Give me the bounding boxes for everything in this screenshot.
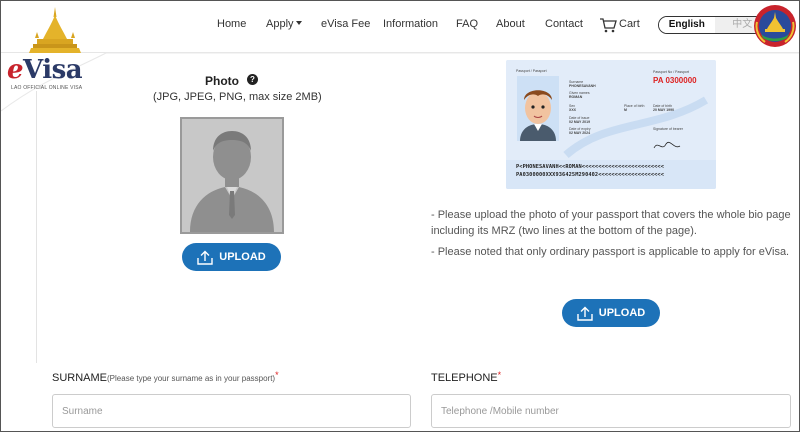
passport-header-left: Passport / Passport [516,69,547,73]
nav-faq[interactable]: FAQ [456,18,478,30]
chevron-down-icon [295,21,302,25]
passport-header-right: Passport No / Passport [653,70,689,74]
section-divider [36,91,37,363]
upload-photo-label: UPLOAD [219,251,266,263]
upload-photo-button[interactable]: UPLOAD [182,243,281,271]
passport-field-value: XXX [569,108,577,112]
avatar-placeholder-icon [182,119,282,232]
upload-icon [577,306,593,321]
telephone-input[interactable] [431,394,791,428]
lao-emblem-icon [754,5,796,47]
nav-about[interactable]: About [496,18,525,30]
nav-apply[interactable]: Apply [266,18,302,30]
photo-placeholder [180,117,284,234]
passport-number: PA 0300000 [653,76,697,85]
passport-field-value: PHONESAVANH [569,84,596,88]
passport-sample-image: Passport / Passport Passport No / Passpo… [506,60,716,189]
passport-mrz-line-2: PA0300000XXX936425M290402<<<<<<<<<<<<<<<… [516,172,665,178]
passport-field-value: 02 MAY 2024 [569,131,591,135]
photo-requirements: (JPG, JPEG, PNG, max size 2MB) [153,91,322,103]
photo-title: Photo [205,74,239,88]
passport-side-value: M [624,108,627,112]
instruction-ordinary-passport: - Please noted that only ordinary passpo… [431,246,790,258]
that-luang-stupa-icon [29,7,81,53]
passport-side-value: 20 MAY 1990 [653,108,675,112]
upload-passport-label: UPLOAD [598,307,646,319]
passport-field-value: 02 MAY 2019 [569,120,591,124]
site-logo[interactable]: eVisa LAO OFFICIAL ONLINE VISA [3,5,113,91]
required-mark: * [275,370,279,380]
required-mark: * [497,370,502,380]
passport-mrz-line-1: P<PHONESAVANH<<ROMAN<<<<<<<<<<<<<<<<<<<<… [516,164,665,170]
nav-apply-label: Apply [266,18,294,30]
telephone-label-text: TELEPHONE [431,372,498,384]
surname-label: SURNAME(Please type your surname as in y… [52,370,279,384]
page: eVisa LAO OFFICIAL ONLINE VISA Home Appl… [0,0,800,432]
surname-hint: (Please type your surname as in your pas… [107,374,276,383]
passport-side-label: Place of birth [624,104,645,108]
logo-subtitle: LAO OFFICIAL ONLINE VISA [11,85,83,91]
surname-input[interactable] [52,394,411,428]
logo-text: eVisa [7,55,83,85]
upload-icon [197,250,213,265]
nav-information[interactable]: Information [383,18,438,30]
telephone-label: TELEPHONE* [431,370,501,384]
passport-field-value: ROMAN [569,95,583,99]
surname-label-text: SURNAME [52,372,108,384]
nav-evisa-fee[interactable]: eVisa Fee [321,18,370,30]
upload-passport-button[interactable]: UPLOAD [562,299,660,327]
nav-home[interactable]: Home [217,18,246,30]
lang-english[interactable]: English [659,17,715,33]
nav-contact[interactable]: Contact [545,18,583,30]
instruction-bio-page: - Please upload the photo of your passpo… [431,209,791,237]
nav-cart-label[interactable]: Cart [619,18,640,30]
cart-icon[interactable] [599,17,617,33]
passport-side-label: Signature of bearer [653,127,683,131]
help-icon[interactable]: ? [247,74,258,85]
